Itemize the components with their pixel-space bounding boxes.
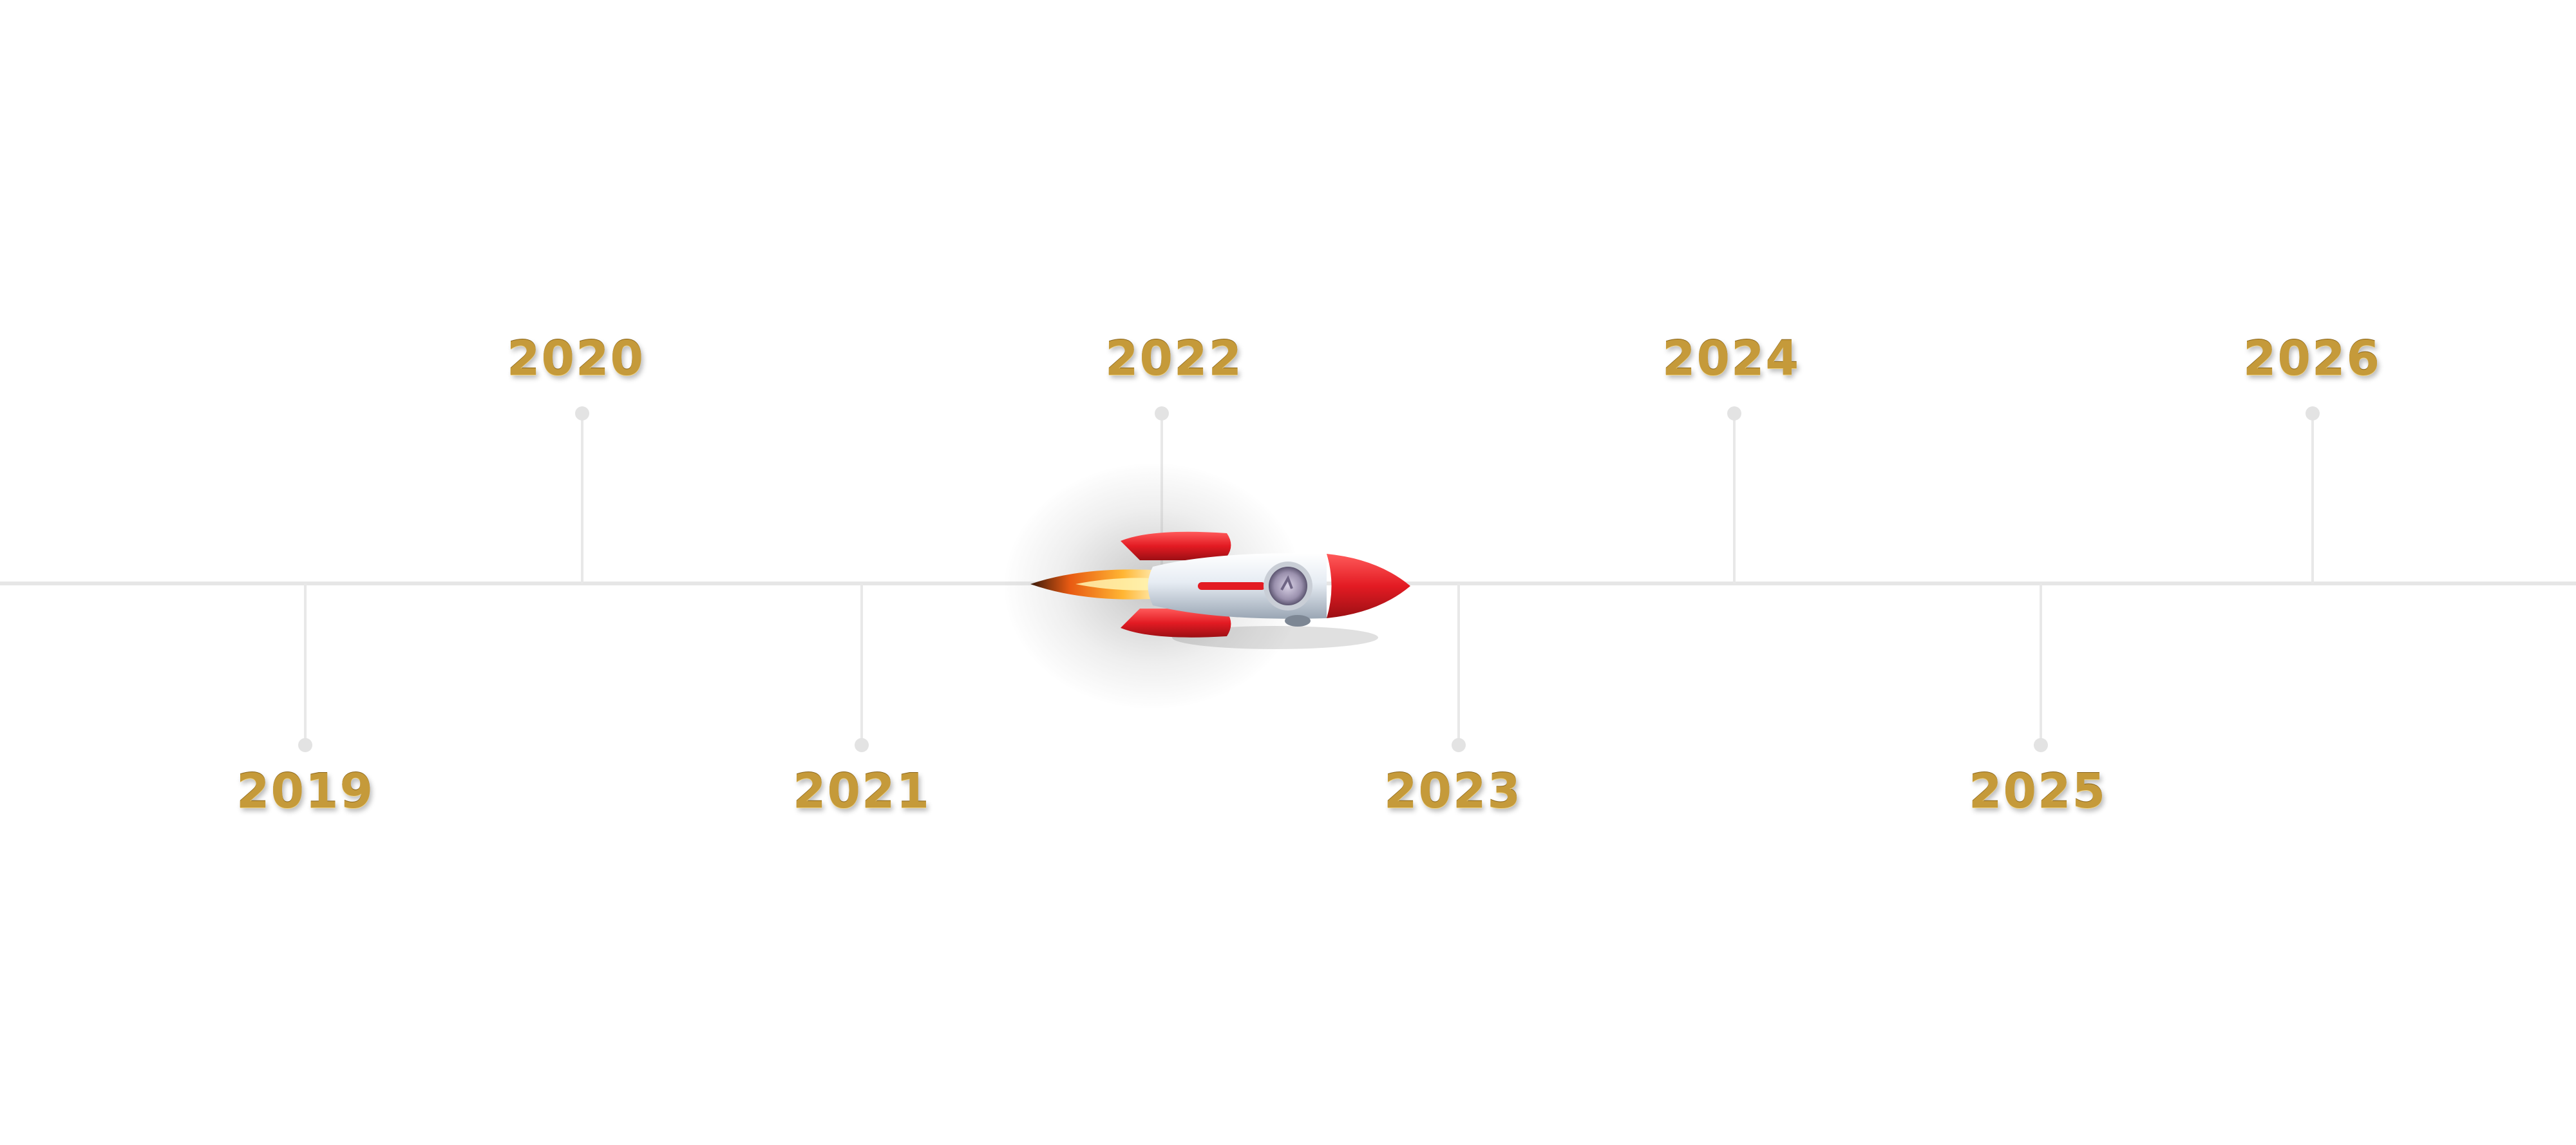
year-label-2022: 2022 — [1105, 331, 1243, 386]
marker-dot-2025 — [2034, 738, 2048, 752]
marker-dot-2023 — [1452, 738, 1466, 752]
stem-2024 — [1733, 413, 1736, 583]
year-label-2025: 2025 — [1969, 764, 2107, 819]
stem-2019 — [304, 583, 307, 747]
stem-2023 — [1457, 583, 1460, 747]
year-label-2020: 2020 — [507, 331, 645, 386]
marker-dot-2022 — [1155, 406, 1169, 421]
year-label-2024: 2024 — [1662, 331, 1800, 386]
marker-dot-2021 — [855, 738, 869, 752]
stem-2026 — [2311, 413, 2314, 583]
stem-2025 — [2040, 583, 2042, 747]
timeline-canvas: 2020 2022 2024 2026 2019 2021 2023 2025 — [0, 0, 2576, 1145]
rocket-icon — [1030, 531, 1410, 649]
stem-2020 — [581, 413, 583, 583]
marker-dot-2019 — [298, 738, 312, 752]
year-label-2019: 2019 — [236, 764, 374, 819]
year-label-2023: 2023 — [1384, 764, 1522, 819]
stem-2021 — [860, 583, 863, 747]
year-label-2021: 2021 — [793, 764, 931, 819]
year-label-2026: 2026 — [2243, 331, 2381, 386]
marker-dot-2024 — [1727, 406, 1741, 421]
marker-dot-2026 — [2306, 406, 2320, 421]
marker-dot-2020 — [575, 406, 589, 421]
